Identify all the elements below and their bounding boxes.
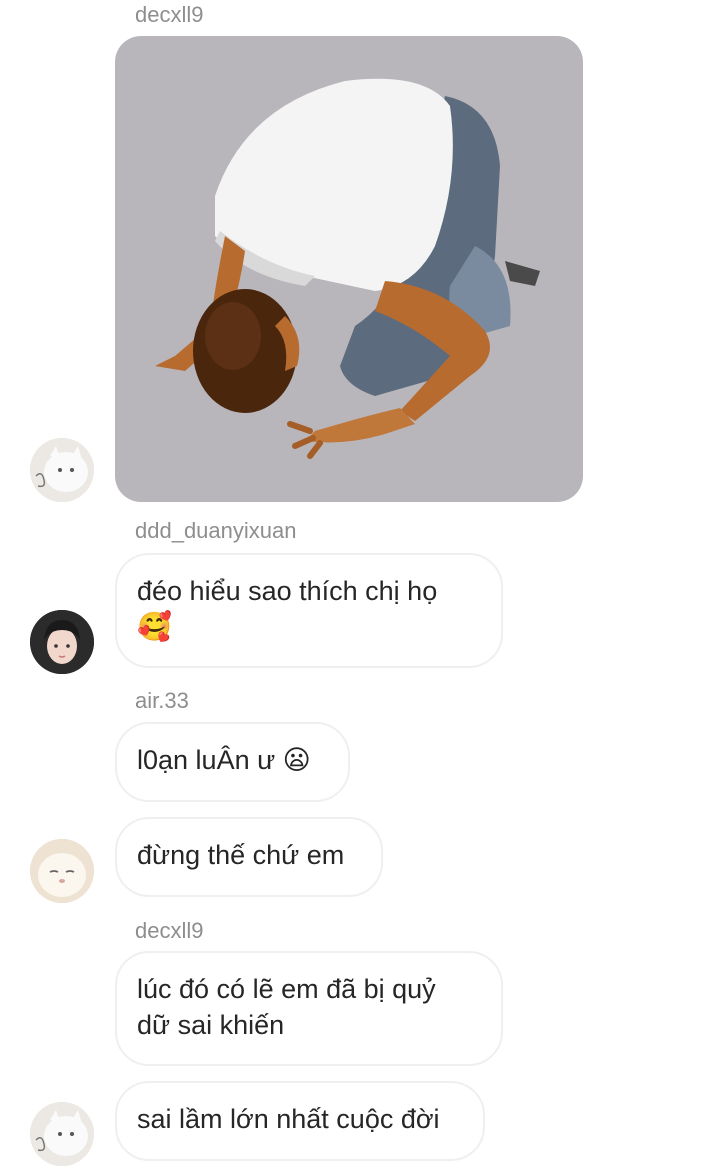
message-bubble[interactable]: l0ạn luÂn ư 😦 <box>115 722 350 802</box>
message-bubble[interactable]: đéo hiểu sao thích chị họ 🥰 <box>115 553 503 668</box>
white-cat-avatar-icon <box>30 839 94 903</box>
image-message[interactable] <box>115 36 583 502</box>
message-text: l0ạn luÂn ư 😦 <box>137 745 311 775</box>
sender-name: decxll9 <box>135 2 204 27</box>
message-text: đéo hiểu sao thích chị họ <box>137 576 438 606</box>
message-text: dữ sai khiến <box>137 1010 285 1040</box>
cat-avatar-icon <box>30 1102 94 1166</box>
message-bubble[interactable]: sai lầm lớn nhất cuộc đời <box>115 1081 485 1161</box>
avatar[interactable] <box>30 610 94 674</box>
sender-name: ddd_duanyixuan <box>135 518 297 543</box>
message-text: lúc đó có lẽ em đã bị quỷ <box>137 974 436 1004</box>
message-bubble[interactable]: lúc đó có lẽ em đã bị quỷ dữ sai khiến <box>115 951 503 1066</box>
message-bubble[interactable]: đừng thế chứ em <box>115 817 383 897</box>
avatar[interactable] <box>30 839 94 903</box>
sender-name: air.33 <box>135 688 189 713</box>
message-text: đừng thế chứ em <box>137 840 345 870</box>
avatar[interactable] <box>30 438 94 502</box>
sender-name: decxll9 <box>135 918 204 943</box>
girl-avatar-icon <box>30 610 94 674</box>
cat-avatar-icon <box>30 438 94 502</box>
bowing-figure-image <box>155 78 540 459</box>
message-emoji: 🥰 <box>137 610 172 643</box>
avatar[interactable] <box>30 1102 94 1166</box>
message-text: sai lầm lớn nhất cuộc đời <box>137 1104 440 1134</box>
